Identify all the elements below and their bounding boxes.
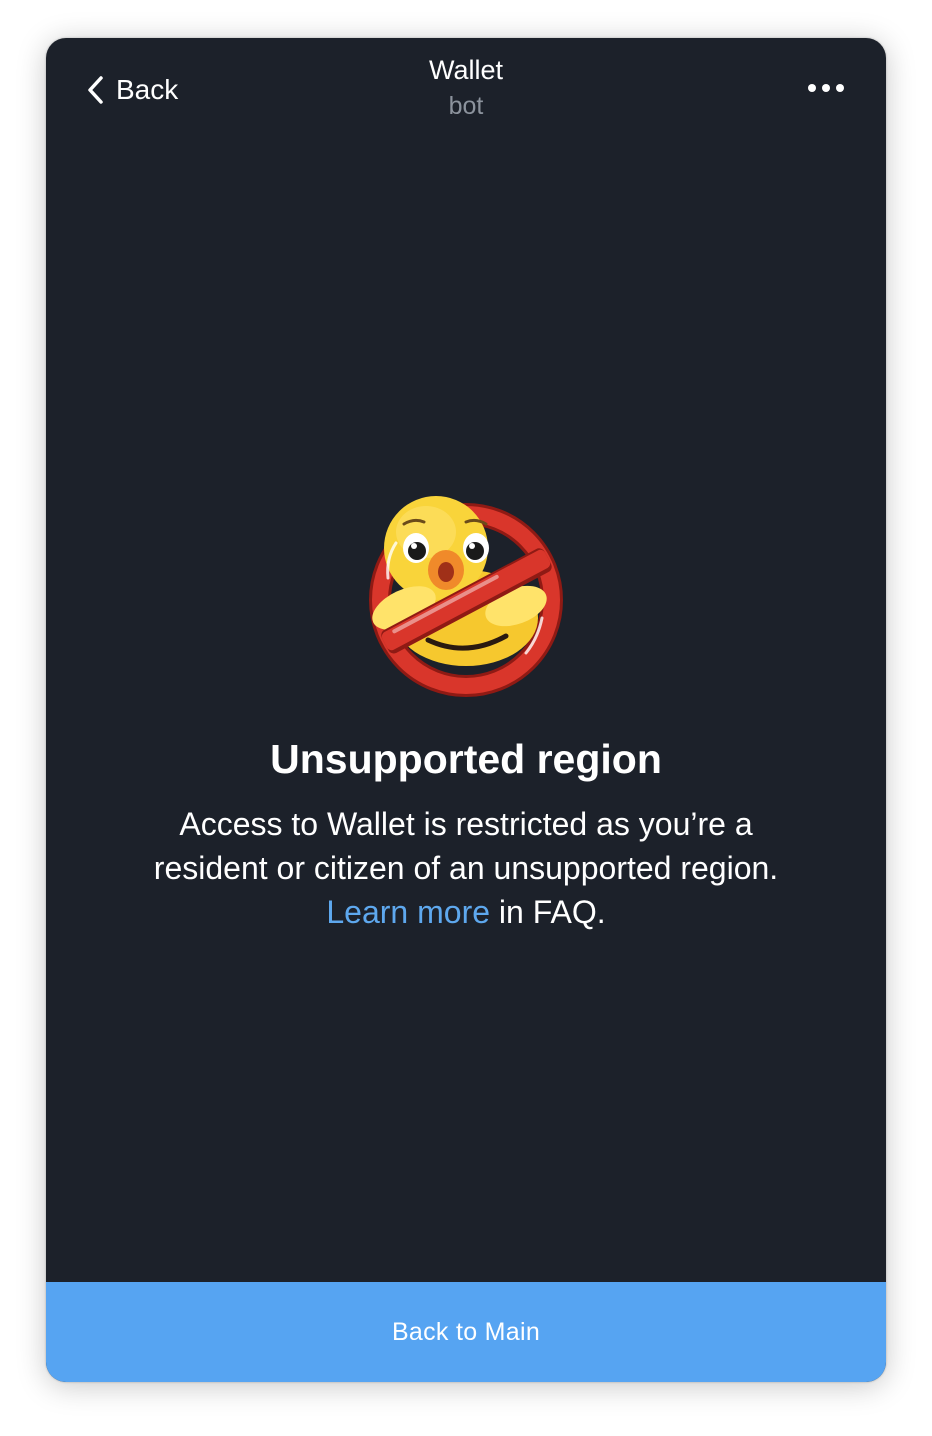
title-block: Wallet bot (266, 52, 666, 124)
more-options-icon[interactable] (802, 74, 850, 102)
duck-prohibited-icon (366, 488, 566, 698)
learn-more-link[interactable]: Learn more (326, 894, 490, 930)
back-to-main-label: Back to Main (391, 1317, 541, 1346)
back-button[interactable]: Back (86, 70, 178, 110)
description-line-1: Access to Wallet is restricted as you’re… (179, 806, 753, 842)
description-line-2: resident or citizen of an unsupported re… (153, 850, 779, 886)
mini-app-window: Back Wallet bot Unsupported region Acces… (46, 38, 886, 1382)
back-label: Back (116, 74, 179, 105)
header-bar: Back Wallet bot (46, 38, 886, 138)
chevron-left-icon (86, 75, 104, 105)
headline: Unsupported region (270, 736, 662, 782)
main-content: Unsupported region Access to Wallet is r… (46, 488, 886, 934)
link-suffix: in FAQ. (490, 894, 606, 930)
page-subtitle: bot (448, 92, 484, 120)
page-title: Wallet (428, 55, 503, 85)
back-to-main-button[interactable]: Back to Main (46, 1282, 886, 1382)
description: Access to Wallet is restricted as you’re… (106, 802, 826, 934)
